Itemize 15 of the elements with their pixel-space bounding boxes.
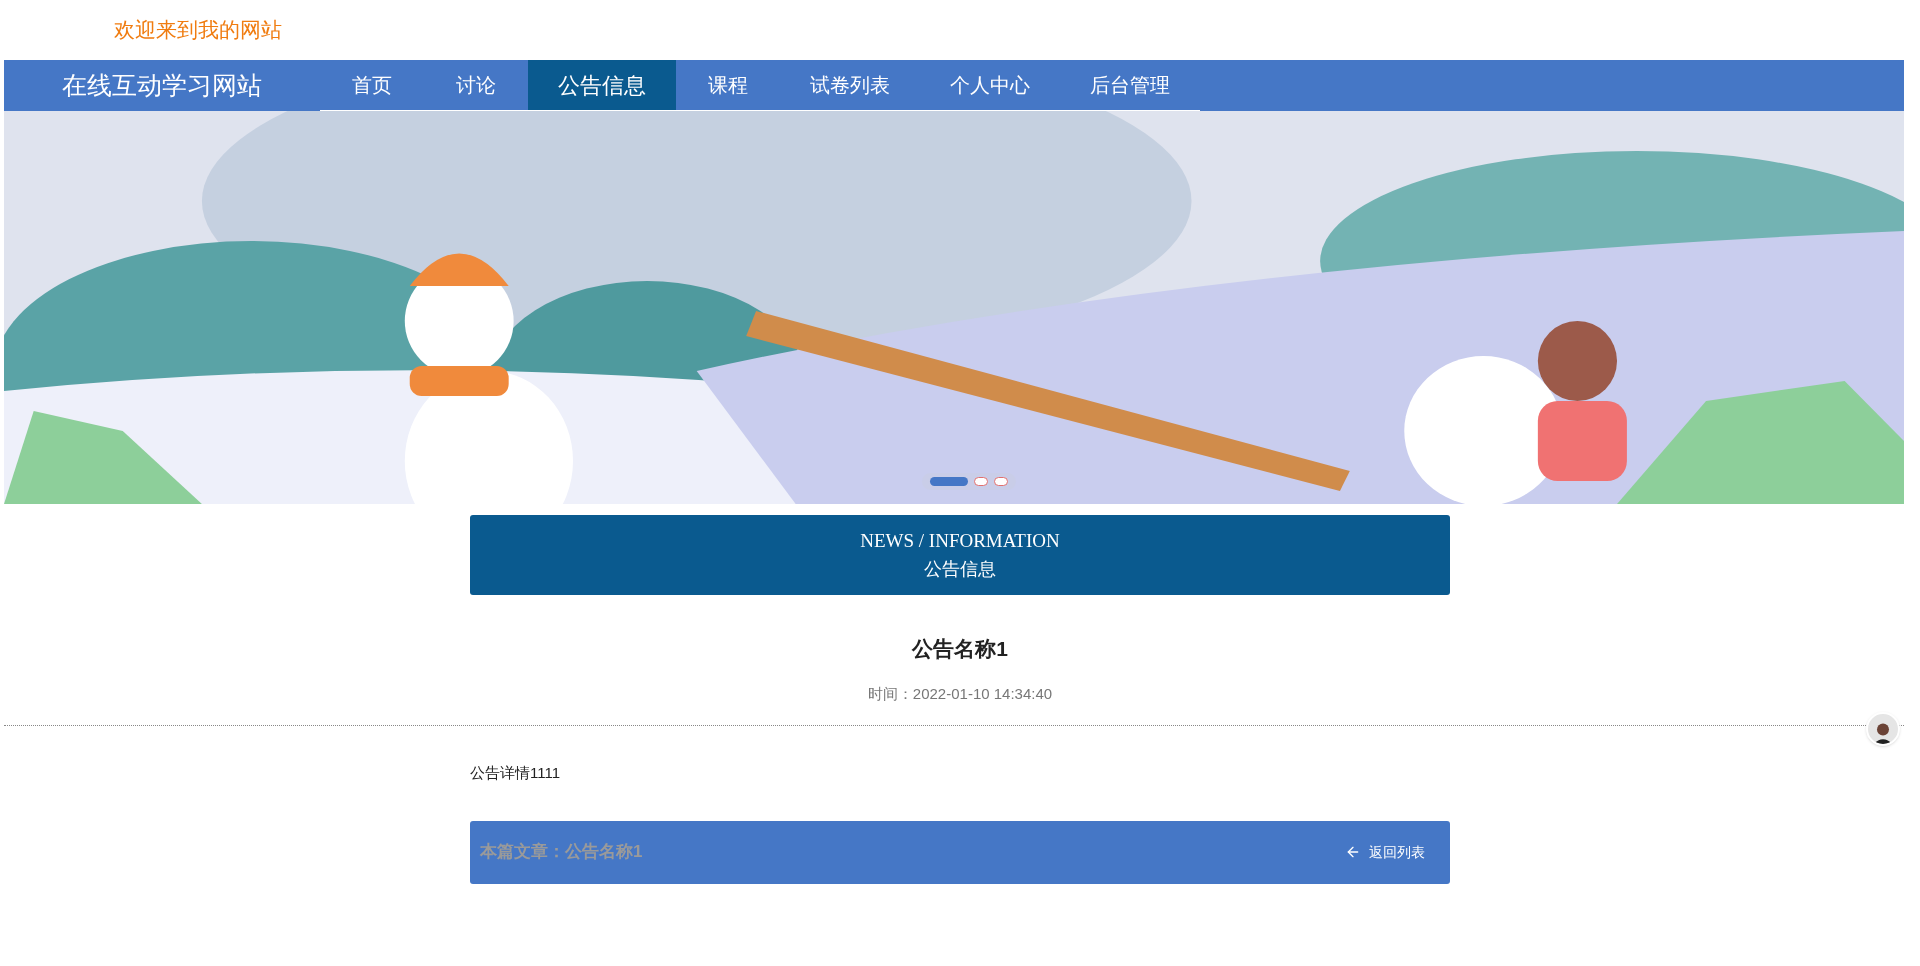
article-title: 公告名称1 — [912, 636, 1008, 662]
current-article: 本篇文章：公告名称1 — [480, 841, 643, 864]
welcome-text: 欢迎来到我的网站 — [114, 17, 282, 44]
carousel-indicator[interactable] — [930, 477, 968, 486]
nav-tab[interactable]: 公告信息 — [528, 60, 676, 111]
section-title-english: NEWS / INFORMATION — [860, 529, 1060, 554]
carousel-indicator[interactable] — [974, 477, 988, 486]
avatar-button[interactable] — [1866, 712, 1900, 746]
section-title: 公告信息 — [924, 557, 996, 581]
carousel-indicator[interactable] — [994, 477, 1008, 486]
article-time: 时间：2022-01-10 14:34:40 — [867, 683, 1053, 704]
arrow-left-icon — [1345, 844, 1361, 860]
site-title: 在线互动学习网站 — [62, 69, 262, 101]
back-to-list-link[interactable]: 返回列表 — [1345, 841, 1440, 863]
article-body: 公告详情1111 — [470, 763, 562, 783]
